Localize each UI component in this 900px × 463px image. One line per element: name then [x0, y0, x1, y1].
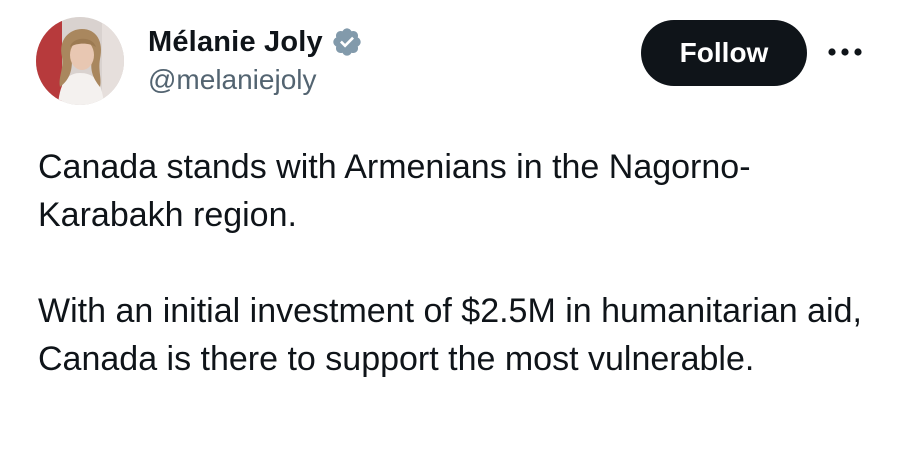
- avatar-photo-icon: [36, 17, 124, 105]
- verified-badge-icon[interactable]: [331, 26, 363, 58]
- tweet-card: Mélanie Joly @melaniejoly Follow Canada …: [0, 0, 900, 463]
- tweet-paragraph: Canada stands with Armenians in the Nago…: [38, 148, 751, 234]
- follow-button[interactable]: Follow: [641, 20, 807, 86]
- tweet-text: Canada stands with Armenians in the Nago…: [38, 143, 868, 383]
- avatar[interactable]: [36, 17, 124, 105]
- author-name-row: Mélanie Joly: [148, 22, 363, 62]
- more-options-icon[interactable]: [825, 38, 865, 66]
- author-display-name[interactable]: Mélanie Joly: [148, 26, 323, 59]
- tweet-paragraph: With an initial investment of $2.5M in h…: [38, 292, 862, 378]
- author-handle[interactable]: @melaniejoly: [148, 64, 317, 96]
